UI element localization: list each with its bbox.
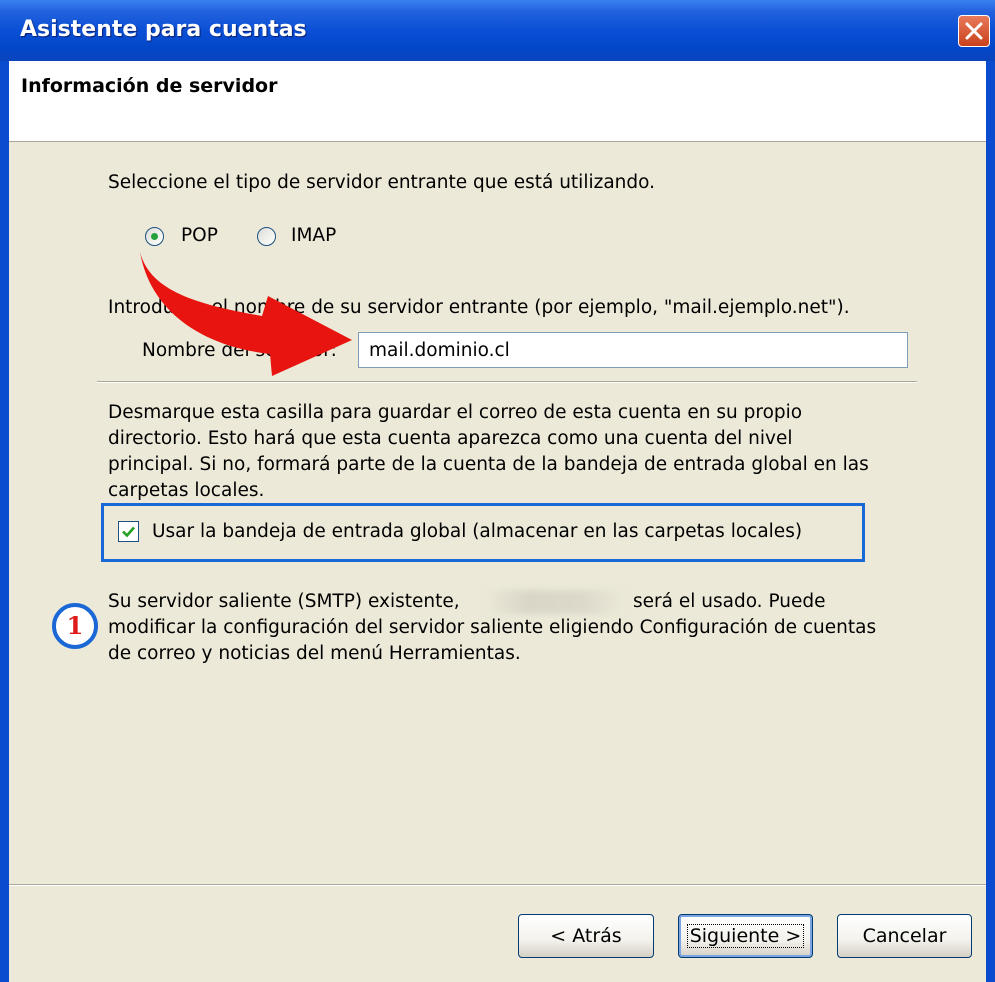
window-frame-right bbox=[986, 61, 995, 982]
title-bar[interactable]: Asistente para cuentas bbox=[0, 0, 995, 61]
cancel-button[interactable]: Cancelar bbox=[837, 914, 972, 958]
smtp-info-line-2: modificar la configuración del servidor … bbox=[108, 617, 877, 638]
global-inbox-description-line-2: directorio. Esto hará que esta cuenta ap… bbox=[108, 428, 793, 449]
server-type-prompt: Seleccione el tipo de servidor entrante … bbox=[108, 172, 655, 193]
radio-imap[interactable] bbox=[257, 227, 276, 246]
global-inbox-checkbox[interactable] bbox=[118, 521, 139, 542]
page-title: Información de servidor bbox=[21, 75, 278, 97]
back-button[interactable]: < Atrás bbox=[518, 914, 654, 958]
smtp-info-line-1-end: será el usado. Puede bbox=[633, 591, 826, 612]
global-inbox-description-line-1: Desmarque esta casilla para guardar el c… bbox=[108, 402, 803, 423]
badge-number: 1 bbox=[66, 611, 84, 640]
window-frame-left bbox=[0, 61, 9, 982]
server-name-prompt: Introduzca el nombre de su servidor entr… bbox=[108, 297, 850, 318]
cancel-button-label: Cancelar bbox=[862, 925, 947, 947]
smtp-info-line-3: de correo y noticias del menú Herramient… bbox=[108, 643, 521, 664]
server-name-label: Nombre del servidor: bbox=[142, 340, 337, 361]
server-name-input[interactable] bbox=[358, 332, 908, 368]
next-button-label: Siguiente > bbox=[686, 924, 805, 948]
global-inbox-description-line-3: principal. Si no, formará parte de la cu… bbox=[108, 454, 869, 475]
button-separator bbox=[9, 884, 986, 886]
global-inbox-description-line-4: carpetas locales. bbox=[108, 480, 265, 501]
checkmark-icon bbox=[122, 526, 135, 538]
next-button[interactable]: Siguiente > bbox=[678, 914, 813, 958]
close-icon[interactable] bbox=[958, 15, 990, 47]
annotation-number-badge: 1 bbox=[52, 603, 98, 649]
separator bbox=[97, 381, 917, 383]
radio-imap-label[interactable]: IMAP bbox=[291, 223, 336, 249]
window-title: Asistente para cuentas bbox=[20, 17, 307, 42]
radio-pop[interactable] bbox=[145, 227, 164, 246]
redacted-smtp-server bbox=[484, 590, 626, 614]
radio-selected-dot bbox=[151, 233, 158, 240]
back-button-label: < Atrás bbox=[550, 925, 622, 947]
wizard-header: Información de servidor bbox=[9, 61, 986, 142]
global-inbox-checkbox-label[interactable]: Usar la bandeja de entrada global (almac… bbox=[152, 519, 802, 545]
radio-pop-label[interactable]: POP bbox=[181, 223, 218, 249]
smtp-info-line-1-start: Su servidor saliente (SMTP) existente, bbox=[108, 591, 460, 612]
